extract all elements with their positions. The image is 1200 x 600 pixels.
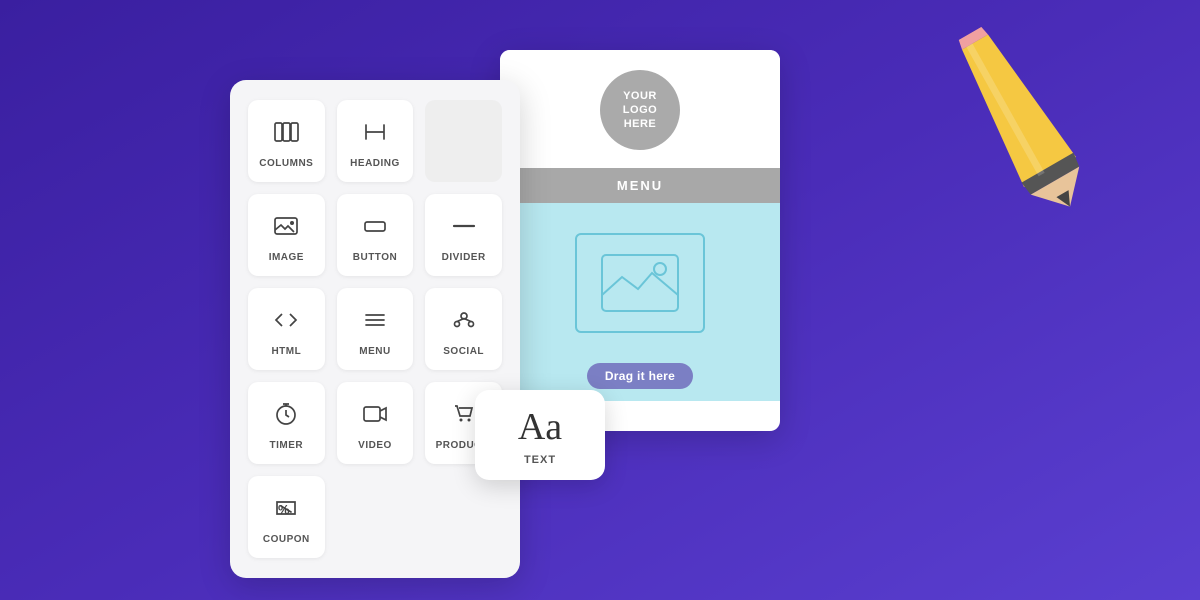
email-preview: YOURLOGOHERE MENU Drag it here [500,50,780,431]
svg-text:%: % [278,502,290,517]
coupon-icon: % [272,494,300,527]
heading-icon [361,118,389,151]
button-label: BUTTON [353,252,397,263]
button-icon [361,212,389,245]
menu-bar-label: MENU [617,178,663,193]
text-block-symbol: Aa [518,408,562,446]
columns-icon [272,118,300,151]
products-icon [450,400,478,433]
email-image-section [500,203,780,363]
social-icon [450,306,478,339]
widget-columns[interactable]: COLUMNS [248,100,325,182]
image-icon [272,212,300,245]
widget-image[interactable]: IMAGE [248,194,325,276]
text-block[interactable]: Aa TEXT [475,390,605,480]
widget-timer[interactable]: TIMER [248,382,325,464]
coupon-label: COUPON [263,534,310,545]
video-label: VIDEO [358,440,392,451]
html-label: HTML [271,346,301,357]
widget-divider[interactable]: DIVIDER [425,194,502,276]
social-label: SOCIAL [443,346,484,357]
image-wireframe-svg [600,253,680,313]
widget-menu[interactable]: MENU [337,288,414,370]
widget-coupon[interactable]: % COUPON [248,476,325,558]
drag-here-button[interactable]: Drag it here [587,363,693,389]
drag-here-label: Drag it here [605,369,675,383]
timer-icon [272,400,300,433]
image-label: IMAGE [269,252,304,263]
image-wireframe [575,233,705,333]
email-menu-bar: MENU [500,168,780,203]
video-icon [361,400,389,433]
email-header: YOURLOGOHERE [500,50,780,160]
widget-heading[interactable]: HEADING [337,100,414,182]
timer-label: TIMER [270,440,304,451]
html-icon [272,306,300,339]
widget-panel: COLUMNS HEADING IMAGE BUTTON DIVIDER HTM… [230,80,520,578]
widget-empty-1 [425,100,502,182]
divider-icon [450,212,478,245]
menu-label: MENU [359,346,390,357]
logo-placeholder: YOURLOGOHERE [600,70,680,150]
columns-label: COLUMNS [259,158,313,169]
widget-html[interactable]: HTML [248,288,325,370]
menu-icon [361,306,389,339]
widget-button[interactable]: BUTTON [337,194,414,276]
widget-video[interactable]: VIDEO [337,382,414,464]
text-block-label: TEXT [524,454,556,466]
divider-label: DIVIDER [442,252,486,263]
heading-label: HEADING [350,158,400,169]
widget-social[interactable]: SOCIAL [425,288,502,370]
